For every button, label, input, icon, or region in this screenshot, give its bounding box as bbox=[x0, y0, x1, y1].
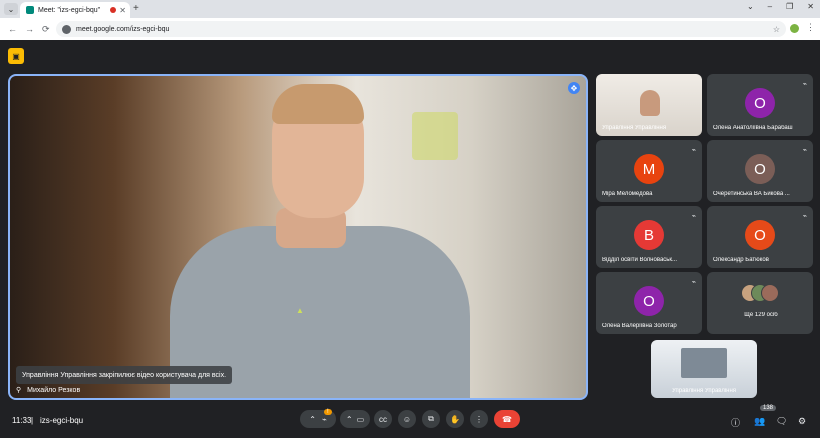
maximize-icon[interactable]: ❐ bbox=[786, 2, 793, 11]
participant-tile[interactable]: ⌁ М Міра Меломедова bbox=[596, 140, 702, 202]
browser-tabstrip: ⌄ Meet: "izs-egci-bqu" ✕ + ⌄ – ❐ ✕ bbox=[0, 0, 820, 18]
avatar: О bbox=[745, 154, 775, 184]
self-video bbox=[681, 348, 727, 378]
forward-icon[interactable]: → bbox=[25, 24, 34, 34]
people-icon[interactable]: 👥 bbox=[754, 416, 765, 427]
chevron-down-icon[interactable]: ⌄ bbox=[747, 2, 754, 11]
chevron-up-icon[interactable]: ⌃ bbox=[346, 415, 353, 424]
close-window-icon[interactable]: ✕ bbox=[807, 2, 814, 11]
mic-off-icon: ⌁ bbox=[802, 81, 807, 88]
chevron-up-icon[interactable]: ⌃ bbox=[309, 415, 316, 424]
mic-off-icon: ⌁ bbox=[691, 147, 696, 154]
avatar: В bbox=[634, 220, 664, 250]
address-bar: ← → ⟳ meet.google.com/izs-egci-bqu ☆ ⋮ bbox=[0, 18, 820, 40]
raise-hand-icon: ✋ bbox=[450, 414, 460, 424]
captions-button[interactable]: cc bbox=[374, 410, 392, 428]
shirt-logo-icon: ▲ bbox=[296, 306, 304, 315]
participant-tile[interactable]: Управління Управління bbox=[596, 74, 702, 136]
activities-icon[interactable]: ⚙ bbox=[798, 416, 806, 427]
reload-icon[interactable]: ⟳ bbox=[42, 24, 50, 35]
camera-icon: ▭ bbox=[356, 414, 365, 424]
participant-tile[interactable]: ⌁ В Відділ освіти Волноваськ... bbox=[596, 206, 702, 268]
recording-icon bbox=[110, 7, 116, 13]
browser-tab[interactable]: Meet: "izs-egci-bqu" ✕ bbox=[20, 2, 130, 18]
participant-tile[interactable]: ⌁ О Олена Анатоліївна Барабаш bbox=[707, 74, 813, 136]
chat-icon[interactable]: 🗨 bbox=[776, 416, 787, 427]
pin-notice: Управління Управління закріпилює відео к… bbox=[16, 366, 233, 384]
info-icon[interactable]: ⓘ bbox=[731, 416, 740, 429]
participant-name: Олена Анатоліївна Барабаш bbox=[713, 125, 793, 131]
present-button[interactable]: ⧉ bbox=[422, 410, 440, 428]
mic-off-icon: ⌁ bbox=[802, 147, 807, 154]
more-participants-tile[interactable]: Ще 129 осіб bbox=[707, 272, 813, 334]
leave-call-button[interactable]: ☎ bbox=[494, 410, 520, 428]
raise-hand-button[interactable]: ✋ bbox=[446, 410, 464, 428]
speaker-name: Михайло Резков bbox=[27, 386, 81, 394]
pin-icon[interactable]: ✥ bbox=[568, 82, 580, 94]
separator: | bbox=[31, 416, 34, 425]
camera-toggle-button[interactable]: ⌃ ▭ bbox=[340, 410, 370, 428]
meeting-time: 11:33 bbox=[12, 416, 32, 425]
meet-favicon-icon bbox=[26, 6, 34, 14]
participant-video bbox=[640, 90, 660, 116]
participant-name: Відділ освіти Волноваськ... bbox=[602, 257, 678, 263]
more-options-button[interactable]: ⋮ bbox=[470, 410, 488, 428]
tab-search-button[interactable]: ⌄ bbox=[4, 3, 18, 15]
self-view-tile[interactable]: Управління Управління bbox=[651, 340, 757, 398]
participants-count-badge: 138 bbox=[760, 405, 777, 411]
url-text: meet.google.com/izs-egci-bqu bbox=[76, 25, 170, 33]
emoji-icon: ☺ bbox=[402, 414, 412, 424]
new-tab-button[interactable]: + bbox=[133, 3, 139, 14]
tab-title: Meet: "izs-egci-bqu" bbox=[38, 6, 101, 14]
profile-avatar[interactable] bbox=[790, 24, 799, 33]
back-icon[interactable]: ← bbox=[8, 24, 17, 34]
mic-warning-badge: ! bbox=[324, 409, 332, 415]
group-avatars bbox=[741, 284, 781, 304]
pin-indicator-icon: ⚲ bbox=[16, 387, 22, 394]
window-controls: ⌄ – ❐ ✕ bbox=[747, 2, 814, 11]
avatar: М bbox=[634, 154, 664, 184]
present-icon: ⧉ bbox=[428, 414, 434, 423]
mic-off-icon: ⌁ bbox=[321, 414, 327, 424]
meeting-code: izs-egci-bqu bbox=[40, 416, 84, 425]
bookmark-star-icon[interactable]: ☆ bbox=[773, 25, 780, 34]
participant-name: Управління Управління bbox=[602, 125, 667, 131]
speaker-hair bbox=[272, 84, 364, 124]
participant-name: Олена Валеріївна Золотар bbox=[602, 323, 677, 329]
minimize-icon[interactable]: – bbox=[768, 2, 772, 11]
participant-tile[interactable]: ⌁ О Олександр Батюков bbox=[707, 206, 813, 268]
captions-icon: cc bbox=[379, 414, 387, 424]
close-tab-icon[interactable]: ✕ bbox=[119, 6, 126, 15]
more-icon: ⋮ bbox=[475, 414, 483, 424]
mic-off-icon: ⌁ bbox=[691, 279, 696, 286]
browser-menu-icon[interactable]: ⋮ bbox=[806, 22, 815, 33]
meeting-controls-bar: 11:33 | izs-egci-bqu ⌃ ⌁ ! ⌃ ▭ cc ☺ ⧉ ✋ … bbox=[0, 404, 820, 438]
wall-picture bbox=[412, 112, 458, 160]
more-participants-label: Ще 129 осіб bbox=[744, 312, 778, 318]
avatar bbox=[761, 284, 779, 302]
meet-activity-badge-icon[interactable]: ▣ bbox=[8, 48, 24, 64]
avatar: О bbox=[634, 286, 664, 316]
participant-tile[interactable]: ⌁ О Очеретинська ВА Бикова ... bbox=[707, 140, 813, 202]
mic-off-icon: ⌁ bbox=[691, 213, 696, 220]
avatar: О bbox=[745, 88, 775, 118]
participant-tile[interactable]: ⌁ О Олена Валеріївна Золотар bbox=[596, 272, 702, 334]
url-input[interactable]: meet.google.com/izs-egci-bqu ☆ bbox=[56, 21, 786, 37]
emoji-button[interactable]: ☺ bbox=[398, 410, 416, 428]
participant-name: Олександр Батюков bbox=[713, 257, 769, 263]
pinned-video-tile[interactable]: ▲ ✥ Управління Управління закріпилює від… bbox=[8, 74, 588, 400]
site-info-icon[interactable] bbox=[62, 24, 71, 34]
avatar: О bbox=[745, 220, 775, 250]
end-call-icon: ☎ bbox=[502, 414, 512, 424]
participant-name: Міра Меломедова bbox=[602, 191, 653, 197]
speaker-label: ⚲ Михайло Резков bbox=[16, 386, 81, 395]
self-name: Управління Управління bbox=[671, 388, 737, 394]
participant-name: Очеретинська ВА Бикова ... bbox=[713, 191, 790, 197]
mic-off-icon: ⌁ bbox=[802, 213, 807, 220]
